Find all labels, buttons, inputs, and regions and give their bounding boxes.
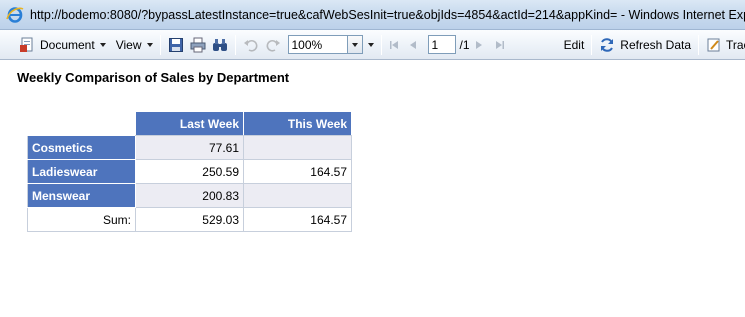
- refresh-data-button[interactable]: Refresh Data: [596, 34, 694, 56]
- last-page-button[interactable]: [492, 34, 512, 56]
- binoculars-icon: [212, 37, 228, 53]
- browser-window: http://bodemo:8080/?bypassLatestInstance…: [0, 0, 745, 317]
- ie-icon: [6, 6, 24, 24]
- corner-cell: [28, 112, 136, 136]
- save-icon: [168, 37, 184, 53]
- first-page-button[interactable]: [386, 34, 406, 56]
- redo-button[interactable]: [262, 34, 284, 56]
- track-label: Track: [726, 37, 745, 52]
- page-number-control[interactable]: 1 /1: [426, 34, 472, 56]
- print-button[interactable]: [187, 34, 209, 56]
- track-changes-icon: [706, 37, 722, 53]
- cell-last-week: 250.59: [135, 159, 244, 184]
- refresh-data-label: Refresh Data: [620, 37, 691, 52]
- toolbar-divider: [380, 34, 382, 55]
- toolbar-divider: [234, 34, 236, 55]
- track-button[interactable]: Track: [703, 34, 745, 56]
- document-menu-label: Document: [40, 37, 95, 52]
- save-button[interactable]: [165, 34, 187, 56]
- first-page-icon: [388, 37, 404, 53]
- zoom-dropdown-button[interactable]: [347, 35, 363, 54]
- column-header-last-week: Last Week: [135, 111, 244, 136]
- last-page-icon: [494, 37, 510, 53]
- zoom-control[interactable]: 100%: [287, 34, 363, 56]
- undo-icon: [243, 37, 259, 53]
- sum-last-week: 529.03: [135, 207, 244, 232]
- edit-label: Edit: [563, 37, 585, 52]
- previous-page-icon: [408, 37, 424, 53]
- refresh-icon: [599, 37, 615, 53]
- find-button[interactable]: [209, 34, 231, 56]
- edit-button[interactable]: Edit: [561, 34, 588, 56]
- chevron-down-icon: [146, 42, 153, 47]
- next-page-icon: [474, 37, 490, 53]
- cell-this-week: [243, 183, 352, 208]
- table-row: Ladieswear 250.59 164.57: [27, 159, 352, 184]
- toolbar-divider: [591, 34, 593, 55]
- sum-row: Sum: 529.03 164.57: [27, 207, 352, 232]
- sales-crosstab: Last Week This Week Cosmetics 77.61 Ladi…: [27, 111, 352, 232]
- chevron-down-icon: [351, 42, 358, 47]
- document-icon: [19, 37, 35, 53]
- toolbar-divider: [159, 34, 161, 55]
- cell-this-week: 164.57: [243, 159, 352, 184]
- redo-icon: [265, 37, 281, 53]
- view-menu-label: View: [115, 37, 142, 52]
- report-canvas: Weekly Comparison of Sales by Department…: [0, 61, 745, 317]
- previous-page-button[interactable]: [406, 34, 426, 56]
- cell-last-week: 77.61: [135, 135, 244, 160]
- table-row: Menswear 200.83: [27, 183, 352, 208]
- sum-label: Sum:: [27, 207, 136, 232]
- report-toolbar: Document View 100% 1 /1 Edit Refresh Dat…: [0, 30, 745, 60]
- row-header-department: Ladieswear: [27, 159, 136, 184]
- row-header-department: Cosmetics: [27, 135, 136, 160]
- document-menu[interactable]: Document: [16, 34, 109, 56]
- toolbar-divider: [698, 34, 699, 55]
- page-total: /1: [459, 37, 470, 52]
- print-icon: [190, 37, 206, 53]
- cell-this-week: [243, 135, 352, 160]
- zoom-input[interactable]: 100%: [287, 35, 348, 54]
- row-header-department: Menswear: [27, 183, 136, 208]
- window-title: http://bodemo:8080/?bypassLatestInstance…: [30, 7, 745, 22]
- window-title-bar[interactable]: http://bodemo:8080/?bypassLatestInstance…: [0, 0, 745, 30]
- report-title: Weekly Comparison of Sales by Department: [17, 70, 290, 85]
- column-header-this-week: This Week: [243, 111, 352, 136]
- chevron-down-icon: [367, 42, 374, 47]
- page-number-input[interactable]: 1: [427, 35, 456, 54]
- header-row: Last Week This Week: [28, 111, 352, 136]
- table-row: Cosmetics 77.61: [27, 135, 352, 160]
- zoom-arrow[interactable]: [365, 34, 377, 56]
- sum-this-week: 164.57: [243, 207, 352, 232]
- view-menu[interactable]: View: [113, 34, 156, 56]
- chevron-down-icon: [99, 42, 106, 47]
- undo-button[interactable]: [240, 34, 262, 56]
- cell-last-week: 200.83: [135, 183, 244, 208]
- next-page-button[interactable]: [472, 34, 492, 56]
